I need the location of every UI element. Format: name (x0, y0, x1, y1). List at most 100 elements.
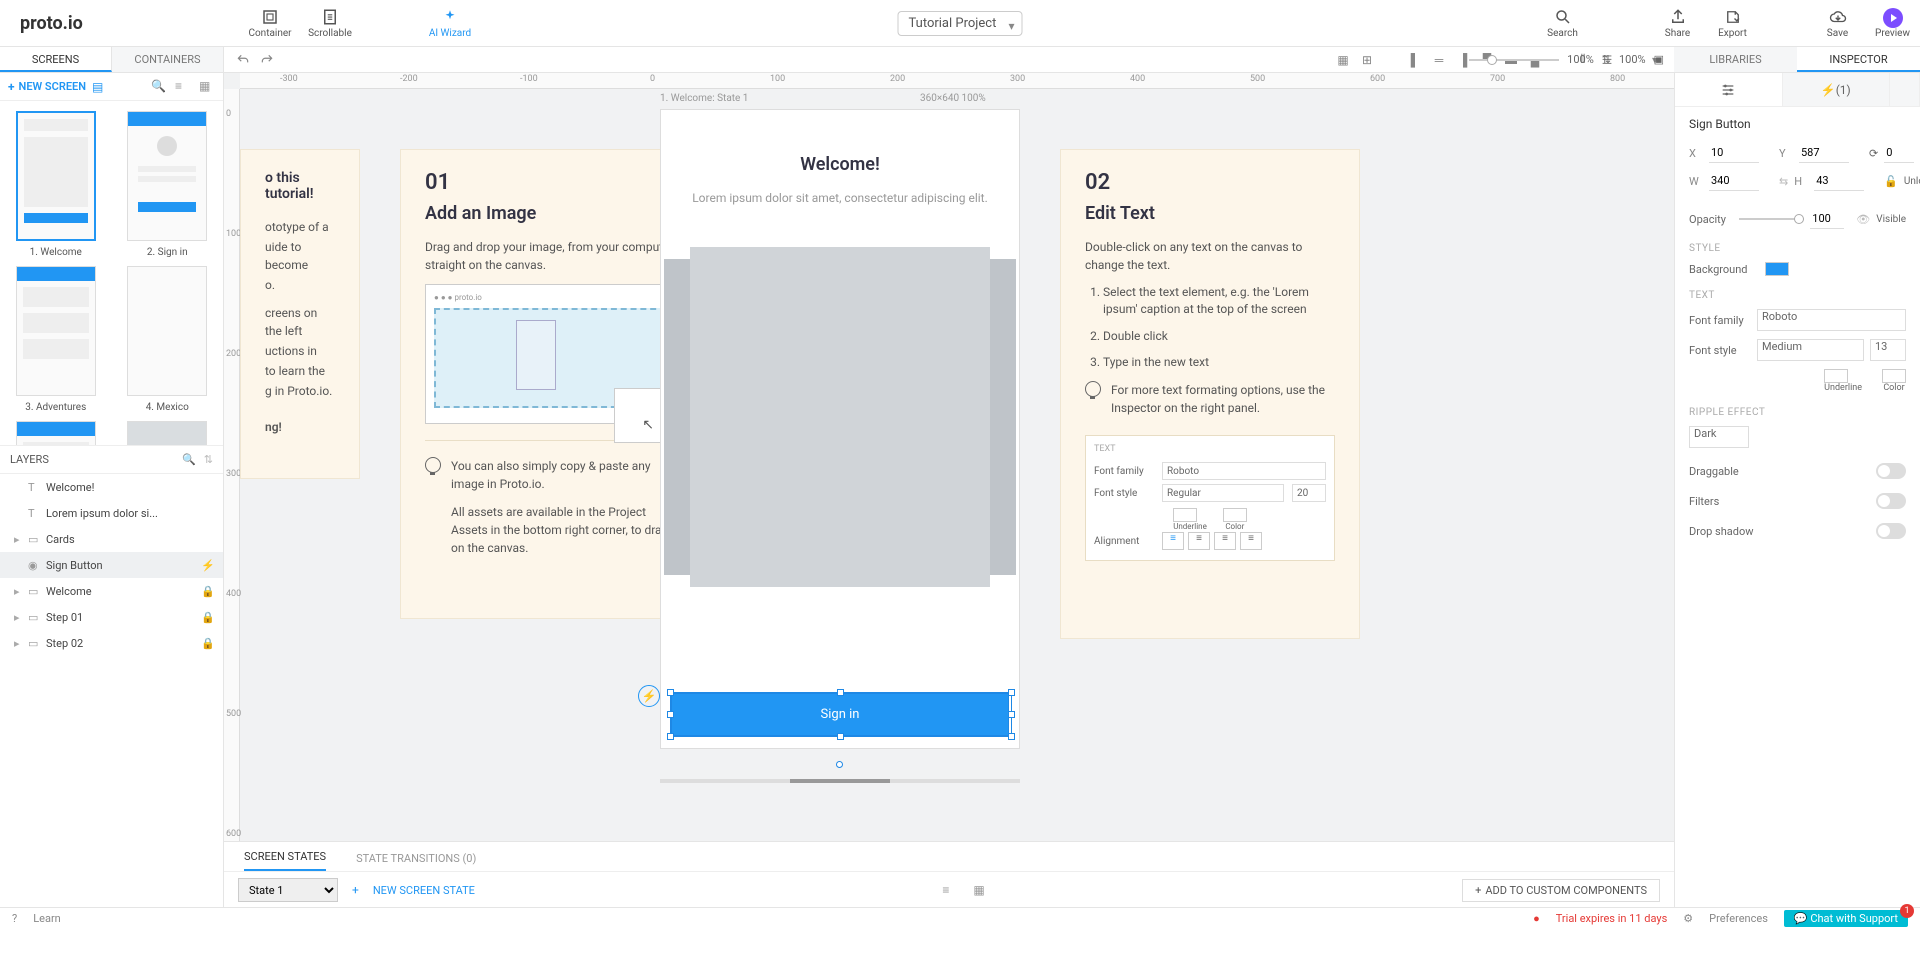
layer-item-welcome-group[interactable]: ▸▭ Welcome 🔒 (0, 578, 223, 604)
layer-item-lorem[interactable]: T Lorem ipsum dolor si... (0, 500, 223, 526)
trial-notice[interactable]: Trial expires in 11 days (1556, 912, 1668, 925)
unlock-icon[interactable]: 🔓 (1884, 175, 1898, 188)
templates-icon[interactable]: ▤ (92, 80, 103, 94)
x-input[interactable] (1709, 143, 1759, 163)
underline-toggle[interactable] (1824, 369, 1848, 383)
layer-item-welcome-text[interactable]: T Welcome! (0, 474, 223, 500)
save-button[interactable]: Save (1810, 0, 1865, 47)
learn-link[interactable]: Learn (33, 912, 61, 925)
opacity-slider[interactable] (1739, 218, 1804, 220)
snap-icon[interactable]: ▦ (1334, 51, 1352, 69)
fit-icon[interactable]: ▣ (1654, 53, 1664, 66)
lock-icon[interactable]: 🔒 (201, 585, 215, 598)
layers-sort-icon[interactable]: ⇅ (204, 453, 213, 466)
zoom-value-2[interactable]: 100% (1619, 53, 1646, 66)
states-grid-icon[interactable]: ▦ (973, 883, 984, 897)
new-screen-button[interactable]: NEW SCREEN (19, 80, 86, 93)
inspector-interactions-tab[interactable]: ⚡(1) (1783, 73, 1891, 106)
preview-button[interactable]: Preview (1865, 0, 1920, 47)
logo[interactable]: proto.io (20, 13, 120, 34)
export-button[interactable]: Export (1705, 0, 1760, 47)
tab-state-transitions[interactable]: STATE TRANSITIONS (0) (356, 852, 476, 871)
zoom-slider[interactable] (1469, 59, 1559, 61)
tab-libraries[interactable]: LIBRARIES (1674, 47, 1797, 72)
search-screens-icon[interactable]: 🔍 (151, 79, 167, 95)
screen-card-mexico[interactable]: 4. Mexico (116, 266, 220, 413)
welcome-title[interactable]: Welcome! (661, 154, 1019, 175)
undo-button[interactable] (234, 51, 252, 69)
snap2-icon[interactable]: ⊞ (1358, 51, 1376, 69)
link-wh-icon[interactable]: ⇆ (1779, 175, 1788, 188)
layers-heading: LAYERS (10, 453, 49, 466)
project-title-dropdown[interactable]: Tutorial Project ▾ (898, 11, 1023, 36)
preferences-link[interactable]: Preferences (1709, 912, 1768, 925)
ripple-select[interactable]: Dark (1689, 426, 1749, 448)
background-color-swatch[interactable] (1765, 262, 1789, 276)
chevron-right-icon[interactable]: ▸ (14, 585, 22, 598)
container-tool[interactable]: Container (240, 0, 300, 47)
layer-item-step02[interactable]: ▸▭ Step 02 🔒 (0, 630, 223, 656)
opacity-input[interactable] (1810, 209, 1844, 229)
share-button[interactable]: Share (1650, 0, 1705, 47)
artboard-welcome[interactable]: Welcome! Lorem ipsum dolor sit amet, con… (660, 109, 1020, 749)
chat-support-button[interactable]: 💬 Chat with Support 1 (1784, 910, 1908, 927)
font-size-select[interactable]: 13 (1870, 339, 1906, 361)
inspector-more-tab[interactable] (1890, 73, 1920, 106)
zoom-stepper-icon[interactable]: ⇅ (1602, 53, 1611, 66)
rotate-handle[interactable] (836, 761, 843, 768)
redo-button[interactable] (258, 51, 276, 69)
chevron-right-icon[interactable]: ▸ (14, 533, 22, 546)
y-input[interactable] (1799, 143, 1849, 163)
align-center-h-icon[interactable]: ═ (1430, 51, 1448, 69)
layers-search-icon[interactable]: 🔍 (182, 453, 196, 466)
tab-containers[interactable]: CONTAINERS (112, 47, 224, 72)
state-select[interactable]: State 1 (238, 878, 338, 902)
grid-view-icon[interactable]: ▦ (199, 79, 215, 95)
font-family-select[interactable]: Roboto (1757, 309, 1906, 331)
image-placeholder[interactable] (690, 247, 990, 587)
draggable-toggle[interactable] (1876, 463, 1906, 479)
tab-screens[interactable]: SCREENS (0, 47, 112, 72)
visible-icon[interactable]: 👁 (1856, 213, 1870, 226)
share-icon (1669, 8, 1687, 26)
align-left-icon[interactable]: ▌ (1406, 51, 1424, 69)
w-input[interactable] (1709, 171, 1759, 191)
search-button[interactable]: Search (1535, 0, 1590, 47)
rotation-input[interactable] (1884, 143, 1914, 163)
artboard-scrollbar[interactable] (660, 779, 1020, 783)
canvas[interactable]: o this tutorial! ototype of a uide to be… (240, 89, 1674, 907)
sign-in-button[interactable]: Sign in (671, 693, 1009, 736)
layer-item-sign-button[interactable]: ◉ Sign Button ⚡ (0, 552, 223, 578)
interaction-badge[interactable]: ⚡ (638, 685, 660, 707)
states-list-icon[interactable]: ≡ (942, 883, 949, 897)
lock-icon[interactable]: 🔒 (201, 637, 215, 650)
drop-shadow-toggle[interactable] (1876, 523, 1906, 539)
text-color-swatch[interactable] (1882, 369, 1906, 383)
screen-card-signin[interactable]: 2. Sign in (116, 111, 220, 258)
welcome-subtitle[interactable]: Lorem ipsum dolor sit amet, consectetur … (661, 189, 1019, 207)
new-screen-state-button[interactable]: NEW SCREEN STATE (373, 884, 475, 897)
screen-card-5[interactable] (4, 421, 108, 446)
project-select[interactable]: Tutorial Project (898, 11, 1023, 36)
layer-item-cards[interactable]: ▸▭ Cards (0, 526, 223, 552)
folder-icon: ▭ (28, 533, 40, 545)
layer-item-step01[interactable]: ▸▭ Step 01 🔒 (0, 604, 223, 630)
artboard-label: 1. Welcome: State 1 (660, 93, 748, 104)
screen-card-adventures[interactable]: 3. Adventures (4, 266, 108, 413)
screen-card-6[interactable]: ✈ (116, 421, 220, 446)
add-to-custom-components-button[interactable]: +ADD TO CUSTOM COMPONENTS (1462, 879, 1660, 902)
chevron-right-icon[interactable]: ▸ (14, 611, 22, 624)
list-view-icon[interactable]: ≡ (175, 79, 191, 95)
scrollable-tool[interactable]: Scrollable (300, 0, 360, 47)
ai-wizard-tool[interactable]: AI Wizard (420, 0, 480, 47)
screen-card-welcome[interactable]: 1. Welcome (4, 111, 108, 258)
tab-screen-states[interactable]: SCREEN STATES (244, 850, 326, 871)
inspector-props-tab[interactable] (1675, 73, 1783, 106)
filters-toggle[interactable] (1876, 493, 1906, 509)
chevron-right-icon[interactable]: ▸ (14, 637, 22, 650)
h-input[interactable] (1814, 171, 1864, 191)
font-style-select[interactable]: Medium (1757, 339, 1864, 361)
lock-icon[interactable]: 🔒 (201, 611, 215, 624)
help-icon[interactable]: ? (12, 912, 17, 925)
tab-inspector[interactable]: INSPECTOR (1797, 47, 1920, 72)
